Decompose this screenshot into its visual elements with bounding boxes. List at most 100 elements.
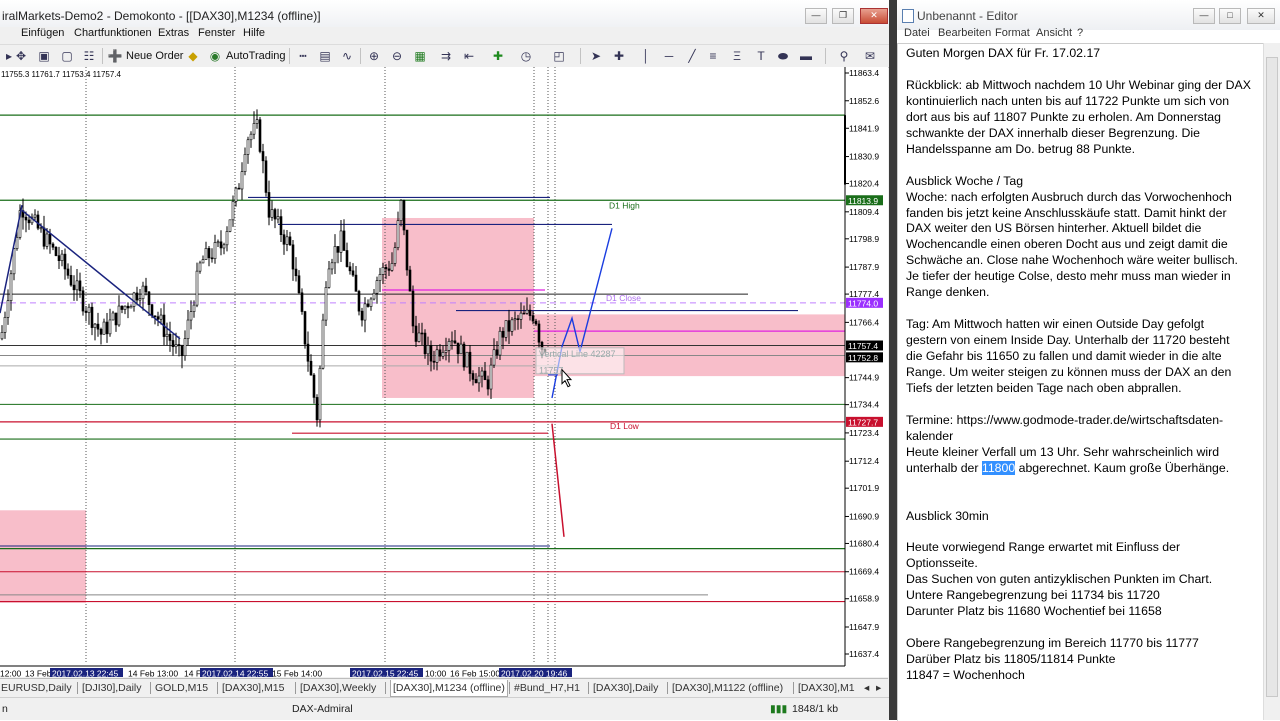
chart-canvas[interactable]: Vertical Line 42287 11757 D1 High D1 Close D… [0,67,888,677]
candle-body[interactable] [150,304,154,317]
menu-fenster[interactable]: Fenster [198,27,235,39]
menu-extras[interactable]: Extras [158,27,189,39]
candle-body[interactable] [228,219,232,232]
candle-body[interactable] [375,280,379,294]
candle-body[interactable] [234,187,238,202]
candle-body[interactable] [318,367,322,421]
bar-chart-icon[interactable]: ┅ [295,48,311,64]
candle-body[interactable] [438,349,442,357]
candle-body[interactable] [291,244,295,270]
candle-body[interactable] [222,244,226,249]
candle-body[interactable] [48,233,52,245]
candle-body[interactable] [330,262,334,270]
candle-body[interactable] [192,304,196,312]
selected-text[interactable]: 11800 [981,460,1016,475]
candle-body[interactable] [183,338,187,357]
candle-body[interactable] [201,259,205,264]
candle-body[interactable] [159,314,163,320]
candle-body[interactable] [525,309,529,314]
new-order-icon[interactable]: ➕ [107,48,123,64]
candle-body[interactable] [294,268,298,277]
chart-tab[interactable]: [DAX30],M1122 (offline) [672,680,783,696]
candle-body[interactable] [297,275,301,294]
candle-body[interactable] [363,303,367,321]
candle-body[interactable] [417,332,421,342]
projection-path-down[interactable] [551,423,565,537]
candle-body[interactable] [381,267,385,275]
candle-body[interactable] [129,306,133,309]
scrollbar-thumb[interactable] [1266,57,1278,697]
candle-body[interactable] [258,119,262,152]
candle-body[interactable] [156,316,160,320]
trendline[interactable] [21,209,181,340]
candle-body[interactable] [336,246,340,253]
new-order-button[interactable]: Neue Order [126,48,183,64]
candle-body[interactable] [264,160,268,193]
candle-body[interactable] [72,284,76,291]
candle-body[interactable] [408,269,412,292]
candle-body[interactable] [0,332,4,340]
candle-body[interactable] [453,340,457,344]
candle-body[interactable] [207,248,211,259]
templates-icon[interactable]: ◰ [551,48,567,64]
candle-body[interactable] [351,270,355,276]
autotrading-button[interactable]: AutoTrading [226,48,286,64]
candle-body[interactable] [84,310,88,313]
candle-body[interactable] [441,352,445,357]
candle-body[interactable] [57,255,61,261]
candle-body[interactable] [342,230,346,251]
candle-body[interactable] [9,273,13,301]
candle-body[interactable] [216,241,220,244]
candle-body[interactable] [279,216,283,235]
candle-body[interactable] [60,253,64,261]
candle-body[interactable] [135,292,139,301]
candle-body[interactable] [462,343,466,368]
candle-body[interactable] [27,219,31,224]
candle-body[interactable] [273,209,277,220]
candle-body[interactable] [252,123,256,135]
candle-body[interactable] [399,200,403,221]
minimize-icon[interactable]: — [805,8,827,24]
profile-icon[interactable]: ☷ [81,48,97,64]
candle-body[interactable] [480,370,484,377]
candle-body[interactable] [198,262,202,272]
candle-body[interactable] [456,342,460,355]
candle-body[interactable] [432,360,436,363]
candle-body[interactable] [255,119,259,124]
autoscroll-icon[interactable]: ⇉ [438,48,454,64]
candle-body[interactable] [51,243,55,248]
menu-ansicht[interactable]: Ansicht [1036,27,1072,39]
ellipse-icon[interactable]: ⬬ [775,48,791,64]
candle-body[interactable] [165,333,169,337]
candle-body[interactable] [531,315,535,322]
candle-body[interactable] [267,192,271,218]
candle-body[interactable] [465,351,469,368]
chart-tab[interactable]: GOLD,M15 [155,680,208,696]
zoom-out-icon[interactable]: ⊖ [389,48,405,64]
candle-body[interactable] [429,345,433,362]
candle-body[interactable] [324,287,328,321]
notepad-text-area[interactable]: Guten Morgen DAX für Fr. 17.02.17 Rückbli… [897,43,1263,721]
candle-body[interactable] [414,325,418,342]
channel-icon[interactable]: ≡ [705,48,721,64]
move-icon[interactable]: ✥ [13,48,29,64]
rectangle-icon[interactable]: ▬ [798,48,814,64]
candle-body[interactable] [300,292,304,312]
candle-body[interactable] [405,229,409,271]
candle-body[interactable] [117,305,121,326]
candle-body[interactable] [534,320,538,325]
candle-body[interactable] [36,214,40,229]
candle-body[interactable] [333,246,337,264]
candle-body[interactable] [423,332,427,355]
notepad-scrollbar[interactable] [1263,43,1280,720]
chart-tab[interactable]: [DAX30],M1 [798,680,855,696]
candle-body[interactable] [402,200,406,231]
candle-body[interactable] [504,320,508,338]
candle-body[interactable] [420,332,424,335]
candle-body[interactable] [345,250,349,267]
candle-body[interactable] [435,349,439,363]
crosshair-icon[interactable]: ✚ [611,48,627,64]
candle-body[interactable] [447,341,451,351]
menu-datei[interactable]: Datei [904,27,930,39]
candle-body[interactable] [39,227,43,230]
